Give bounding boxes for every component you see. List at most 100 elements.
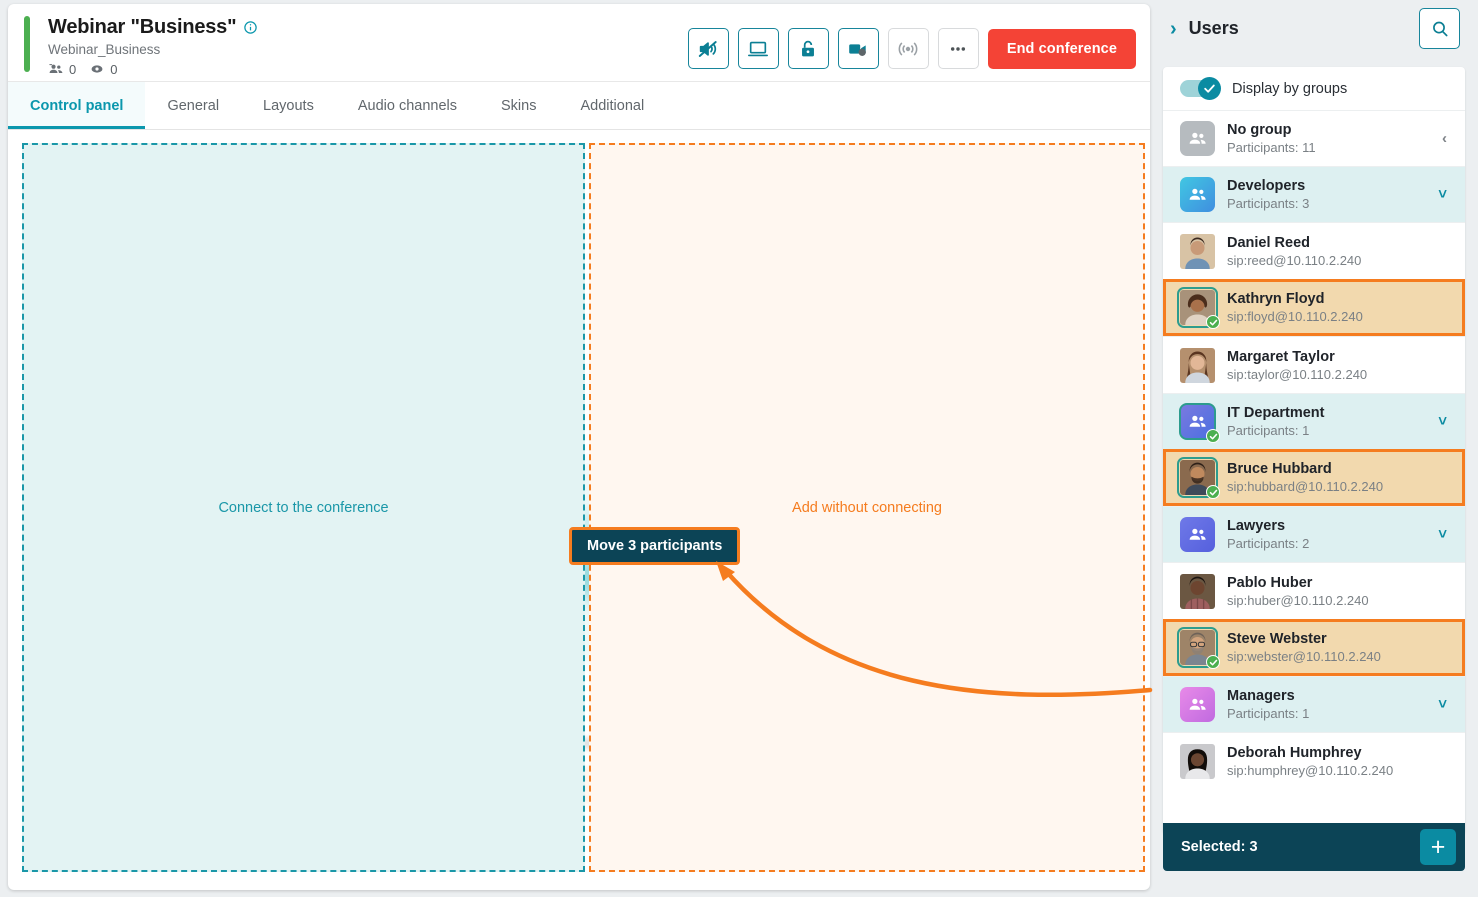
avatar <box>1180 233 1215 269</box>
mute-all-icon[interactable] <box>687 28 729 69</box>
search-icon[interactable] <box>1419 8 1460 49</box>
user-sip: sip:webster@10.110.2.240 <box>1227 649 1381 664</box>
chevron-right-icon[interactable]: › <box>1170 19 1177 39</box>
display-by-groups-row[interactable]: Display by groups <box>1163 67 1465 110</box>
user-row-bruce-hubbard[interactable]: Bruce Hubbard sip:hubbard@10.110.2.240 <box>1163 449 1465 506</box>
group-row-managers[interactable]: Managers Participants: 1 ˅ <box>1163 676 1465 732</box>
avatar <box>1180 573 1215 609</box>
user-text: Daniel Reed sip:reed@10.110.2.240 <box>1227 235 1451 268</box>
user-sip: sip:huber@10.110.2.240 <box>1227 592 1369 608</box>
drag-tooltip: Move 3 participants <box>569 527 741 565</box>
avatar-photo <box>1180 233 1215 269</box>
user-row-kathryn-floyd[interactable]: Kathryn Floyd sip:floyd@10.110.2.240 <box>1163 279 1465 336</box>
group-text: No group Participants: 11 <box>1227 122 1430 155</box>
group-row-lawyers[interactable]: Lawyers Participants: 2 ˅ <box>1163 506 1465 562</box>
group-avatar-icon <box>1180 121 1215 156</box>
dropzone-add-without-connecting[interactable]: Add without connecting <box>589 143 1145 872</box>
participants-count: 0 <box>69 61 77 77</box>
dropzone-right-label: Add without connecting <box>792 500 942 516</box>
avatar <box>1177 627 1220 669</box>
end-conference-button[interactable]: End conference <box>987 28 1136 69</box>
group-participants-count: Participants: 3 <box>1227 196 1310 211</box>
tab-control-panel[interactable]: Control panel <box>8 82 146 129</box>
group-row-developers[interactable]: Developers Participants: 3 ˅ <box>1163 166 1465 222</box>
lock-icon[interactable] <box>787 28 829 69</box>
user-sip: sip:floyd@10.110.2.240 <box>1227 309 1363 324</box>
user-row-steve-webster[interactable]: Steve Webster sip:webster@10.110.2.240 <box>1163 619 1465 676</box>
user-text: Margaret Taylor sip:taylor@10.110.2.240 <box>1227 349 1451 382</box>
group-name: Lawyers <box>1227 518 1286 534</box>
plus-icon[interactable]: + <box>1420 829 1456 865</box>
user-row-daniel-reed[interactable]: Daniel Reed sip:reed@10.110.2.240 <box>1163 222 1465 279</box>
chevron-down-icon[interactable]: ˅ <box>1438 526 1451 543</box>
user-name: Kathryn Floyd <box>1227 291 1325 307</box>
group-row-no-group[interactable]: No group Participants: 11 ‹ <box>1163 110 1465 166</box>
user-text: Steve Webster sip:webster@10.110.2.240 <box>1227 631 1448 664</box>
avatar-photo <box>1180 743 1215 779</box>
dropzone-area: No participants Add participant Connect … <box>8 130 1150 890</box>
recording-camera-icon[interactable] <box>837 28 879 69</box>
selected-check-badge <box>1206 315 1220 329</box>
group-text: Managers Participants: 1 <box>1227 688 1426 721</box>
user-name: Daniel Reed <box>1227 234 1310 251</box>
user-name: Margaret Taylor <box>1227 348 1335 365</box>
dropzone-connect-to-conference[interactable]: Connect to the conference <box>22 143 585 872</box>
conference-header: Webinar "Business" Webinar_Business 0 0 … <box>8 4 1150 82</box>
tab-layouts[interactable]: Layouts <box>241 82 336 129</box>
users-list[interactable]: Display by groups No group Participants:… <box>1163 67 1465 834</box>
viewers-count: 0 <box>110 61 118 77</box>
participants-icon <box>48 61 64 77</box>
group-avatar-icon <box>1180 687 1215 722</box>
user-sip: sip:reed@10.110.2.240 <box>1227 252 1362 268</box>
avatar <box>1180 347 1215 383</box>
viewers-stat: 0 <box>89 61 117 77</box>
group-avatar-icon <box>1180 517 1215 552</box>
conference-toolbar: End conference <box>687 28 1136 69</box>
toggle-knob <box>1198 77 1221 100</box>
group-name: IT Department <box>1227 405 1325 421</box>
selected-check-badge <box>1206 655 1220 669</box>
avatar <box>1180 743 1215 779</box>
group-avatar-icon <box>1179 403 1220 443</box>
sidebar-footer: Selected: 3 + <box>1163 823 1465 871</box>
tab-general[interactable]: General <box>145 82 241 129</box>
user-row-margaret-taylor[interactable]: Margaret Taylor sip:taylor@10.110.2.240 <box>1163 336 1465 393</box>
viewers-camera-icon <box>89 61 105 77</box>
user-row-deborah-humphrey[interactable]: Deborah Humphrey sip:humphrey@10.110.2.2… <box>1163 732 1465 789</box>
sidebar-header: › Users <box>1158 0 1470 57</box>
chevron-down-icon[interactable]: ˅ <box>1438 186 1451 203</box>
tab-additional[interactable]: Additional <box>558 82 666 129</box>
chevron-down-icon[interactable]: ˅ <box>1438 413 1451 430</box>
group-participants-count: Participants: 2 <box>1227 536 1310 551</box>
info-circle-icon[interactable] <box>243 20 258 35</box>
user-name: Bruce Hubbard <box>1227 461 1332 477</box>
group-name: No group <box>1227 122 1292 138</box>
group-text: IT Department Participants: 1 <box>1227 405 1426 438</box>
group-row-it-department[interactable]: IT Department Participants: 1 ˅ <box>1163 393 1465 449</box>
user-sip: sip:hubbard@10.110.2.240 <box>1227 479 1384 494</box>
tab-audio-channels[interactable]: Audio channels <box>336 82 479 129</box>
broadcast-icon[interactable] <box>887 28 929 69</box>
chevron-down-icon[interactable]: ˅ <box>1438 696 1451 713</box>
selected-check-badge <box>1206 429 1220 443</box>
user-name: Steve Webster <box>1227 631 1327 647</box>
selected-count-label: Selected: 3 <box>1181 839 1258 855</box>
sidebar-title: Users <box>1188 18 1239 38</box>
avatar-photo <box>1180 573 1215 609</box>
conference-main-card: Webinar "Business" Webinar_Business 0 0 … <box>8 4 1150 890</box>
tab-skins[interactable]: Skins <box>479 82 558 129</box>
chevron-left-icon[interactable]: ‹ <box>1442 130 1451 147</box>
display-by-groups-toggle[interactable] <box>1180 77 1221 100</box>
avatar <box>1177 457 1220 499</box>
page-title: Webinar "Business" <box>48 16 237 38</box>
group-participants-count: Participants: 1 <box>1227 706 1310 721</box>
user-text: Deborah Humphrey sip:humphrey@10.110.2.2… <box>1227 745 1451 778</box>
participants-stat: 0 <box>48 61 76 77</box>
user-row-pablo-huber[interactable]: Pablo Huber sip:huber@10.110.2.240 <box>1163 562 1465 619</box>
selected-check-badge <box>1206 485 1220 499</box>
presentation-icon[interactable] <box>737 28 779 69</box>
more-options-icon[interactable] <box>937 28 979 69</box>
users-sidebar: › Users Display by groups No group Parti… <box>1158 0 1470 897</box>
group-name: Managers <box>1227 688 1295 704</box>
app-root: Webinar "Business" Webinar_Business 0 0 … <box>0 0 1478 897</box>
